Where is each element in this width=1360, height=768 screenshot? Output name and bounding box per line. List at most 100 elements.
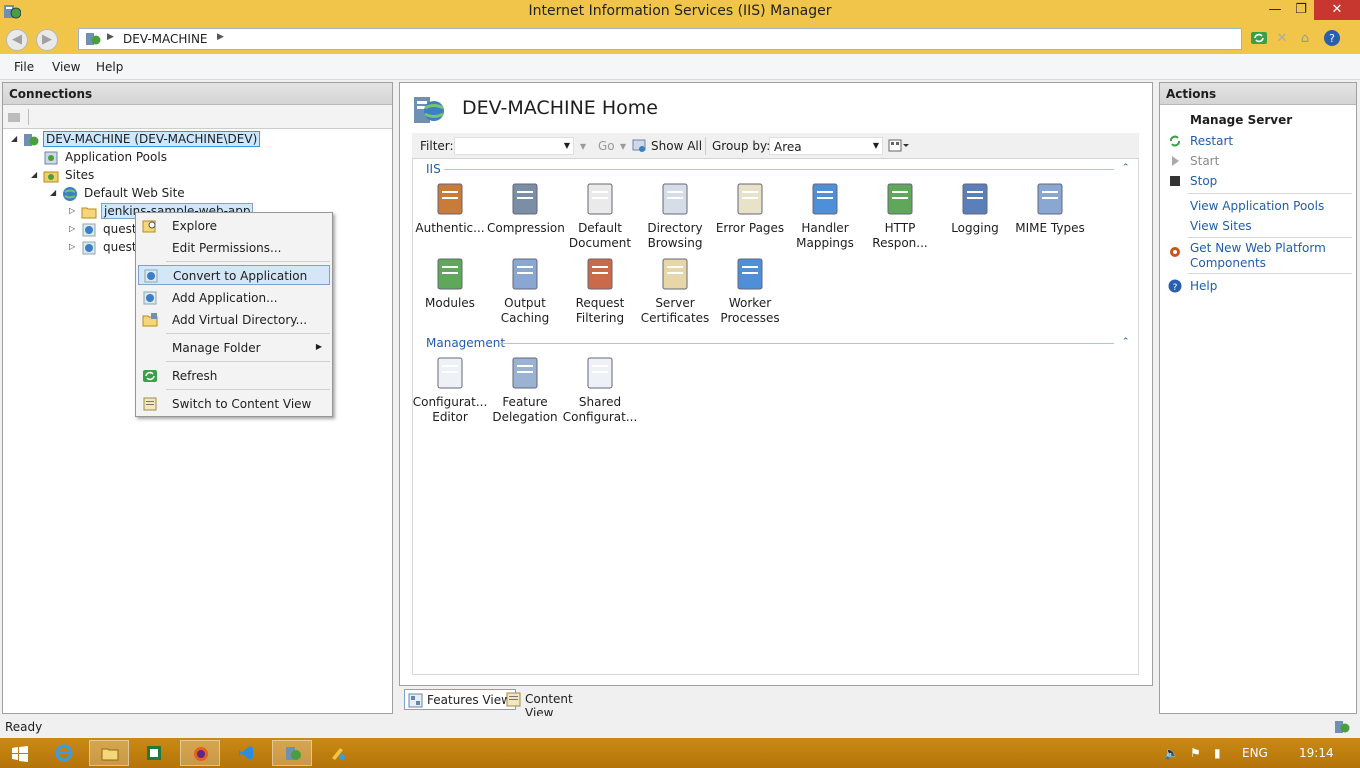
action-start[interactable]: Start xyxy=(1190,154,1219,168)
taskbar-internet-explorer[interactable] xyxy=(44,740,84,766)
network-icon[interactable]: ▮ xyxy=(1214,746,1221,760)
go-dropdown-icon[interactable]: ▾ xyxy=(620,139,626,153)
tree-node-server[interactable]: ◢ DEV-MACHINE (DEV-MACHINE\DEV) xyxy=(11,131,311,149)
menu-item-manage-folder[interactable]: Manage Folder ▶ xyxy=(138,338,330,358)
feature-tile-0[interactable]: Authentic... xyxy=(412,181,488,236)
taskbar-visual-studio-code[interactable] xyxy=(226,740,266,766)
feature-label: Editor xyxy=(432,410,468,424)
menu-item-switch-to-content-view[interactable]: Switch to Content View xyxy=(138,394,330,414)
feature-tile-11[interactable]: Request Filtering xyxy=(562,256,638,326)
stop-icon[interactable]: ✕ xyxy=(1272,29,1292,49)
collapse-group-icon[interactable]: ⌃ xyxy=(1122,337,1130,347)
collapse-group-icon[interactable]: ⌃ xyxy=(1122,163,1130,173)
group-header-management[interactable]: Management xyxy=(426,336,505,350)
connect-icon[interactable] xyxy=(7,109,23,125)
menu-item-convert-to-application[interactable]: Convert to Application xyxy=(138,265,330,285)
back-button[interactable]: ◀ xyxy=(6,29,28,51)
shared-configuration-icon xyxy=(587,357,613,389)
action-view-application-pools[interactable]: View Application Pools xyxy=(1190,199,1324,213)
taskbar-file-explorer[interactable] xyxy=(89,740,129,766)
menu-item-explore[interactable]: Explore xyxy=(138,216,330,236)
breadcrumb-separator[interactable]: ▶ xyxy=(217,32,224,42)
breadcrumb-server[interactable]: DEV-MACHINE xyxy=(123,32,208,46)
feature-tile-6[interactable]: HTTP Respon... xyxy=(862,181,938,251)
feature-tile-7[interactable]: Logging xyxy=(937,181,1013,236)
tree-node-application-pools[interactable]: Application Pools xyxy=(31,149,331,167)
maximize-button[interactable]: ❐ xyxy=(1288,0,1314,20)
menu-item-refresh[interactable]: Refresh xyxy=(138,366,330,386)
filter-input[interactable]: ▼ xyxy=(454,137,574,155)
show-all-button[interactable]: Show All xyxy=(651,139,702,153)
feature-tile-12[interactable]: Server Certificates xyxy=(637,256,713,326)
action-stop[interactable]: Stop xyxy=(1190,174,1217,188)
feature-tile-1[interactable]: Compression xyxy=(487,181,565,236)
volume-icon[interactable]: 🔈 xyxy=(1164,746,1179,760)
close-button[interactable]: ✕ xyxy=(1314,0,1360,20)
collapse-icon[interactable]: ◢ xyxy=(31,170,37,179)
group-by-select[interactable]: Area ▼ xyxy=(769,137,883,155)
virtual-directory-icon xyxy=(142,313,158,327)
tree-node-default-web-site[interactable]: ◢ Default Web Site xyxy=(50,185,350,203)
action-get-web-platform-line2[interactable]: Components xyxy=(1190,256,1266,270)
feature-tile-4[interactable]: Error Pages xyxy=(712,181,788,236)
tab-content-view[interactable]: Content View xyxy=(503,689,604,720)
taskbar-paint[interactable] xyxy=(318,740,358,766)
globe-icon xyxy=(63,187,77,201)
management-tile-0[interactable]: Configurat... Editor xyxy=(412,355,488,425)
feature-label: Logging xyxy=(951,221,999,235)
start-icon xyxy=(1172,156,1179,166)
view-mode-icon[interactable] xyxy=(888,139,910,153)
menu-item-add-application[interactable]: Add Application... xyxy=(138,288,330,308)
action-help[interactable]: Help xyxy=(1190,279,1217,293)
directory-browsing-icon xyxy=(662,183,688,215)
minimize-button[interactable]: — xyxy=(1262,0,1288,20)
content-view-icon xyxy=(506,692,521,707)
clock[interactable]: 19:14 xyxy=(1299,746,1334,760)
breadcrumb-separator: ▶ xyxy=(107,32,114,42)
expand-icon[interactable]: ▷ xyxy=(69,206,75,215)
language-indicator[interactable]: ENG xyxy=(1242,746,1268,760)
menu-item-add-virtual-directory[interactable]: Add Virtual Directory... xyxy=(138,310,330,330)
refresh-icon[interactable] xyxy=(1249,29,1269,49)
address-bar[interactable]: ▶ DEV-MACHINE ▶ xyxy=(78,28,1242,50)
management-tile-2[interactable]: Shared Configurat... xyxy=(562,355,638,425)
server-certificates-icon xyxy=(662,258,688,290)
tab-features-view[interactable]: Features View xyxy=(404,689,516,710)
taskbar-firefox[interactable] xyxy=(180,740,220,766)
menu-file[interactable]: File xyxy=(14,60,34,74)
taskbar-iis-manager[interactable] xyxy=(272,740,312,766)
go-icon[interactable]: ▾ xyxy=(580,139,586,153)
action-view-sites[interactable]: View Sites xyxy=(1190,219,1252,233)
server-icon xyxy=(86,33,101,45)
action-get-web-platform[interactable]: Get New Web Platform xyxy=(1190,241,1326,255)
action-center-flag-icon[interactable]: ⚑ xyxy=(1190,746,1201,760)
feature-tile-10[interactable]: Output Caching xyxy=(487,256,563,326)
feature-tile-5[interactable]: Handler Mappings xyxy=(787,181,863,251)
forward-button[interactable]: ▶ xyxy=(36,29,58,51)
go-button[interactable]: Go xyxy=(598,139,615,153)
modules-icon xyxy=(437,258,463,290)
menu-item-edit-permissions[interactable]: Edit Permissions... xyxy=(138,238,330,258)
windows-start-icon[interactable] xyxy=(12,746,28,762)
tree-node-sites[interactable]: ◢ Sites xyxy=(31,167,331,185)
menu-view[interactable]: View xyxy=(52,60,80,74)
feature-tile-3[interactable]: Directory Browsing xyxy=(637,181,713,251)
expand-icon[interactable]: ▷ xyxy=(69,242,75,251)
feature-tile-8[interactable]: MIME Types xyxy=(1012,181,1088,236)
expand-icon[interactable]: ▷ xyxy=(69,224,75,233)
home-icon[interactable]: ⌂ xyxy=(1295,29,1315,49)
group-header-iis[interactable]: IIS xyxy=(426,162,441,176)
collapse-icon[interactable]: ◢ xyxy=(50,188,56,197)
taskbar-excel[interactable] xyxy=(134,740,174,766)
help-icon[interactable]: ? xyxy=(1322,29,1342,49)
collapse-icon[interactable]: ◢ xyxy=(11,134,17,143)
feature-label: HTTP xyxy=(884,221,916,235)
action-restart[interactable]: Restart xyxy=(1190,134,1233,148)
feature-tile-2[interactable]: Default Document xyxy=(562,181,638,251)
management-tile-1[interactable]: Feature Delegation xyxy=(487,355,563,425)
feature-tile-13[interactable]: Worker Processes xyxy=(712,256,788,326)
add-application-icon xyxy=(143,291,157,305)
feature-tile-9[interactable]: Modules xyxy=(412,256,488,311)
window-title: Internet Information Services (IIS) Mana… xyxy=(528,3,832,19)
menu-help[interactable]: Help xyxy=(96,60,123,74)
